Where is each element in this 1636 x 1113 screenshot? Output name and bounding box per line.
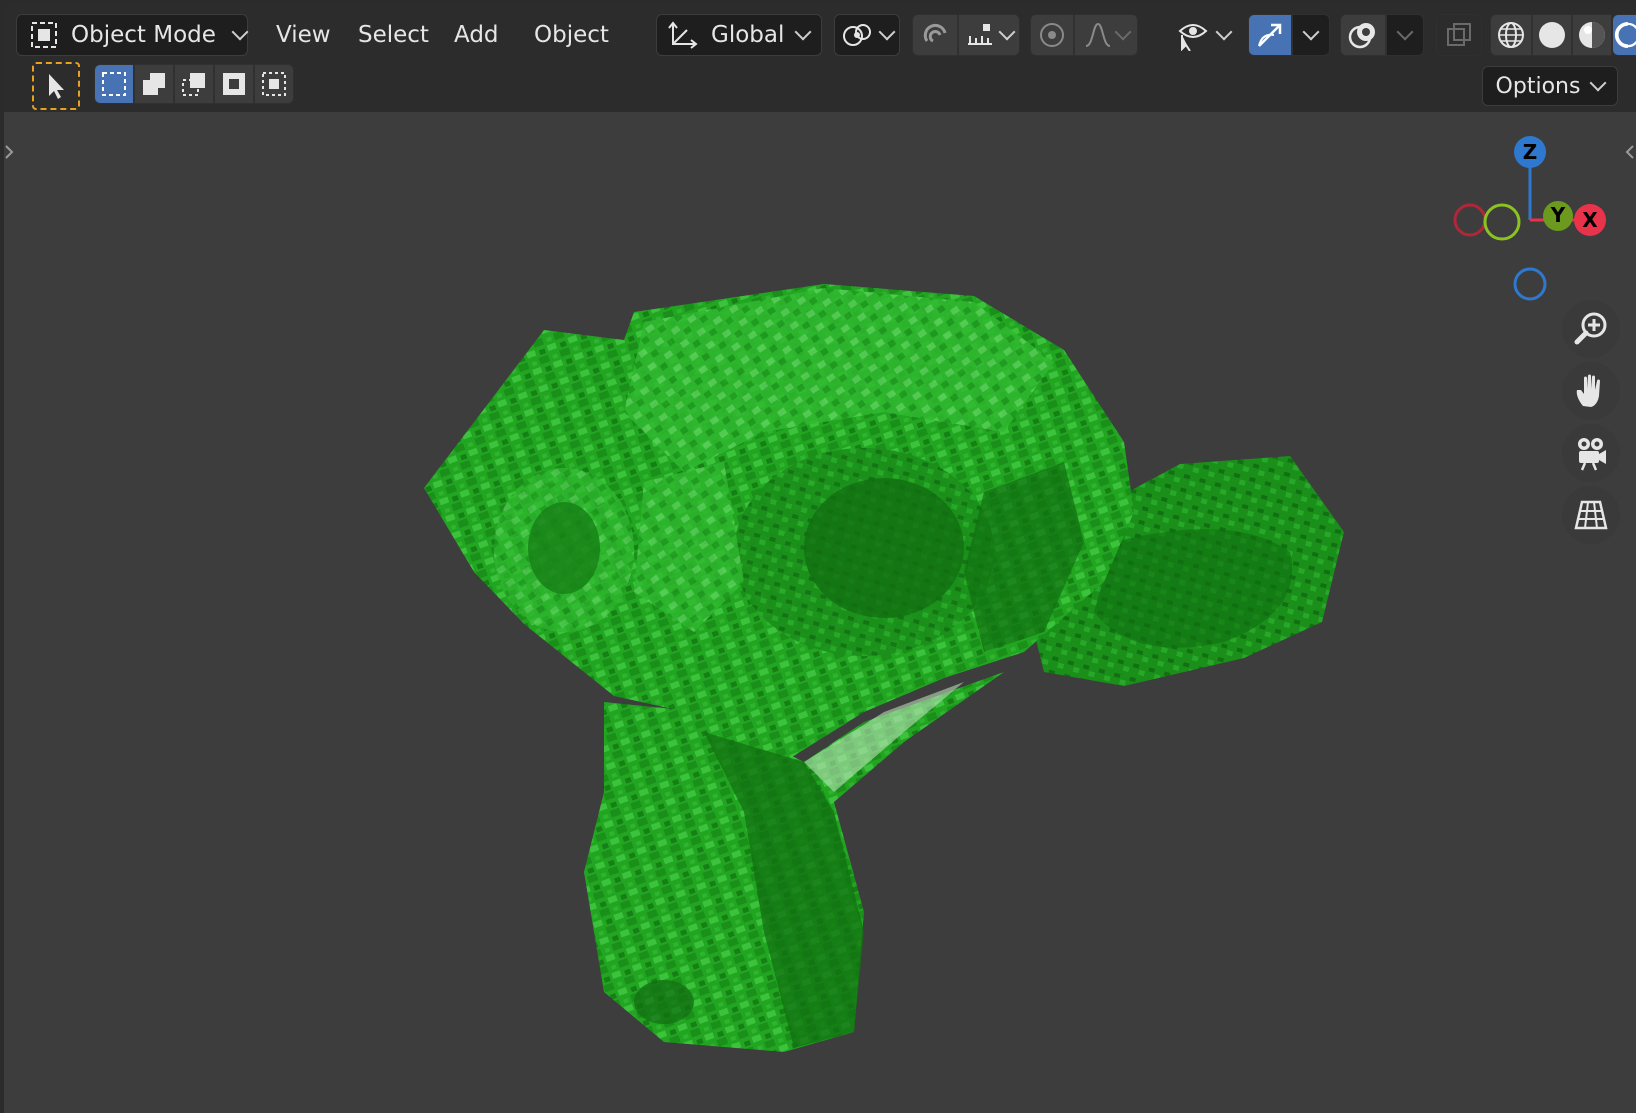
shading-wireframe-button[interactable] xyxy=(1490,14,1532,56)
selectability-visibility-dropdown[interactable] xyxy=(1170,14,1236,56)
navigation-gizmo[interactable]: Y X Z xyxy=(1444,122,1624,302)
menu-select[interactable]: Select xyxy=(344,14,443,56)
options-dropdown[interactable]: Options xyxy=(1482,66,1618,106)
chevron-down-icon xyxy=(1302,23,1320,41)
transform-orientation-icon xyxy=(668,21,698,49)
falloff-curve-icon xyxy=(1085,22,1111,47)
select-mode-invert[interactable] xyxy=(214,64,254,104)
select-tool-button[interactable] xyxy=(32,62,80,110)
axis-y-label: Y xyxy=(1550,203,1566,227)
overlays-dropdown[interactable] xyxy=(1386,14,1424,56)
pivot-point-dropdown[interactable] xyxy=(834,14,900,56)
rendered-shading-icon xyxy=(1614,22,1636,48)
overlays-toggle[interactable] xyxy=(1340,14,1386,56)
select-box-extend-icon xyxy=(143,73,165,95)
wireframe-shading-icon xyxy=(1498,22,1524,48)
cursor-arrow-icon xyxy=(49,74,64,99)
chevron-down-icon xyxy=(998,23,1016,41)
axis-x-label: X xyxy=(1582,208,1598,232)
object-mode-icon xyxy=(31,22,57,48)
xray-icon xyxy=(1447,23,1471,46)
shading-rendered-button[interactable] xyxy=(1612,14,1636,56)
eye-icon xyxy=(1178,24,1208,51)
grid-perspective-icon xyxy=(1574,500,1608,530)
material-preview-icon xyxy=(1579,22,1605,48)
3d-viewport[interactable]: Y X Z xyxy=(4,112,1636,1113)
transform-orientation-label: Global xyxy=(711,22,785,48)
menu-add[interactable]: Add xyxy=(440,14,513,56)
snap-target-dropdown[interactable] xyxy=(958,14,1020,56)
pivot-point-icon xyxy=(843,24,871,46)
gizmo-dropdown[interactable] xyxy=(1292,14,1330,56)
gizmo-icon xyxy=(1258,23,1282,47)
shading-solid-button[interactable] xyxy=(1532,14,1572,56)
select-mode-subtract[interactable] xyxy=(174,64,214,104)
gizmo-toggle[interactable] xyxy=(1248,14,1292,56)
axis-z-negative[interactable] xyxy=(1513,267,1547,301)
axis-y-negative[interactable] xyxy=(1483,203,1521,241)
axis-x-negative[interactable] xyxy=(1453,203,1487,237)
camera-view-button[interactable] xyxy=(1562,424,1620,482)
proportional-falloff-dropdown[interactable] xyxy=(1074,14,1138,56)
hand-icon xyxy=(1576,374,1600,407)
snap-toggle[interactable] xyxy=(912,14,958,56)
proportional-editing-toggle[interactable] xyxy=(1030,14,1074,56)
perspective-toggle-button[interactable] xyxy=(1562,486,1620,544)
xray-toggle[interactable] xyxy=(1436,14,1482,56)
chevron-down-icon xyxy=(1589,74,1607,92)
chevron-down-icon xyxy=(1215,23,1233,41)
proportional-editing-icon xyxy=(1040,23,1064,47)
menu-object[interactable]: Object xyxy=(520,14,623,56)
zoom-icon xyxy=(1574,312,1607,345)
snap-increment-icon xyxy=(968,24,992,45)
select-mode-new[interactable] xyxy=(94,64,134,104)
chevron-down-icon xyxy=(1114,23,1132,41)
chevron-down-icon xyxy=(794,23,812,41)
pan-button[interactable] xyxy=(1562,362,1620,420)
chevron-down-icon xyxy=(878,23,896,41)
shading-material-button[interactable] xyxy=(1572,14,1612,56)
overlay-icon xyxy=(1348,23,1375,49)
snap-magnet-icon xyxy=(923,23,947,43)
select-mode-extend[interactable] xyxy=(134,64,174,104)
axis-z-label: Z xyxy=(1523,140,1538,164)
suzanne-mesh-object[interactable] xyxy=(4,112,1636,1113)
viewport-header: Object Mode View Select Add Object Globa… xyxy=(4,4,1636,62)
transform-orientation-dropdown[interactable]: Global xyxy=(656,14,822,56)
chevron-down-icon xyxy=(231,23,249,41)
select-box-new-icon xyxy=(102,72,126,96)
menu-view[interactable]: View xyxy=(262,14,345,56)
camera-icon xyxy=(1578,438,1606,471)
mode-label: Object Mode xyxy=(71,22,216,48)
select-box-invert-icon xyxy=(223,73,245,95)
select-mode-intersect[interactable] xyxy=(254,64,294,104)
options-label: Options xyxy=(1495,73,1581,99)
select-box-intersect-icon xyxy=(262,72,286,96)
mode-dropdown[interactable]: Object Mode xyxy=(16,14,249,56)
zoom-button[interactable] xyxy=(1562,300,1620,358)
solid-shading-icon xyxy=(1539,22,1565,48)
chevron-down-icon xyxy=(1396,23,1414,41)
select-box-subtract-icon xyxy=(182,73,205,96)
